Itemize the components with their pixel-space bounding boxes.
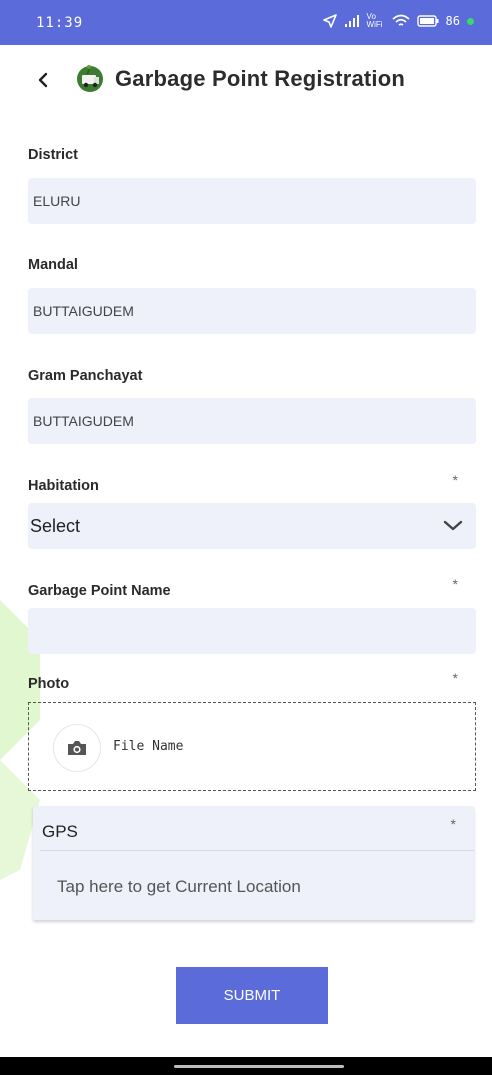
garbage-point-name-label: Garbage Point Name xyxy=(28,583,171,599)
vowifi-text: Vo WiFi xyxy=(366,12,383,29)
district-label: District xyxy=(28,147,78,163)
status-icons: Vo WiFi 86 xyxy=(322,12,474,29)
chevron-down-icon xyxy=(443,520,463,531)
photo-file-name: File Name xyxy=(113,739,184,754)
back-button[interactable] xyxy=(30,67,56,93)
wifi-icon xyxy=(392,14,410,26)
signal-icon xyxy=(344,15,359,27)
garbage-point-name-required-star: * xyxy=(452,576,458,592)
back-chevron-icon xyxy=(38,72,48,88)
district-field: ELURU xyxy=(28,178,476,224)
camera-icon xyxy=(68,741,86,755)
gram-panchayat-label: Gram Panchayat xyxy=(28,368,143,384)
home-indicator[interactable] xyxy=(174,1065,344,1068)
privacy-indicator-dot xyxy=(467,17,474,25)
photo-required-star: * xyxy=(452,670,458,686)
battery-level: 86 xyxy=(445,14,460,28)
habitation-label: Habitation xyxy=(28,478,99,494)
habitation-required-star: * xyxy=(452,472,458,488)
garbage-truck-logo-icon xyxy=(77,65,103,92)
photo-label: Photo xyxy=(28,676,70,692)
habitation-selected-value: Select xyxy=(30,516,81,536)
location-arrow-icon xyxy=(322,14,337,28)
gps-required-star: * xyxy=(450,816,456,832)
photo-upload-area[interactable]: File Name xyxy=(28,702,476,791)
camera-button[interactable] xyxy=(53,724,101,772)
gram-panchayat-field: BUTTAIGUDEM xyxy=(28,398,476,444)
mandal-value: BUTTAIGUDEM xyxy=(33,303,134,319)
battery-icon xyxy=(416,15,439,27)
garbage-point-name-input[interactable] xyxy=(28,608,476,654)
status-time: 11:39 xyxy=(36,15,84,31)
habitation-select[interactable]: Select xyxy=(28,503,476,549)
district-value: ELURU xyxy=(33,193,81,209)
gram-panchayat-value: BUTTAIGUDEM xyxy=(33,413,134,429)
get-location-button[interactable]: Tap here to get Current Location xyxy=(57,877,301,897)
system-nav-bar xyxy=(0,1057,492,1075)
mandal-label: Mandal xyxy=(28,257,78,273)
app-header: Garbage Point Registration xyxy=(0,45,492,115)
status-bar: 11:39 Vo WiFi 86 xyxy=(0,0,492,45)
page-title: Garbage Point Registration xyxy=(115,66,406,91)
gps-title: GPS xyxy=(42,822,78,841)
gps-card: GPS * Tap here to get Current Location xyxy=(33,806,474,920)
mandal-field: BUTTAIGUDEM xyxy=(28,288,476,334)
gps-divider xyxy=(40,850,474,851)
submit-button[interactable]: SUBMIT xyxy=(176,967,328,1024)
